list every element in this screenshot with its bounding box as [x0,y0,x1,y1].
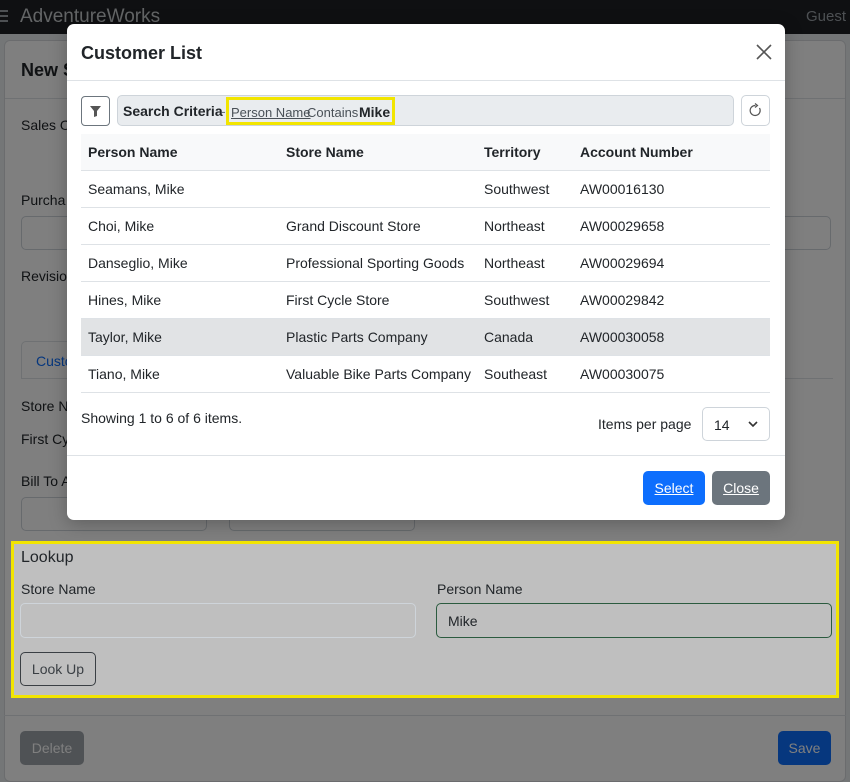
cell-territory: Northeast [477,207,573,245]
person-name-input[interactable] [436,603,832,638]
cell-account: AW00029694 [573,244,770,282]
cell-store: First Cycle Store [279,281,477,319]
cell-person: Tiano, Mike [81,355,279,393]
table-header-row: Person Name Store Name Territory Account… [81,134,770,171]
table-row[interactable]: Choi, Mike Grand Discount Store Northeas… [81,207,770,245]
cell-territory: Southwest [477,281,573,319]
items-per-page-label: Items per page [598,416,692,432]
modal-footer-divider [67,455,785,456]
cell-person: Choi, Mike [81,207,279,245]
table-row[interactable]: Seamans, Mike Southwest AW00016130 [81,170,770,208]
cell-store: Plastic Parts Company [279,318,477,356]
cell-store [279,170,477,208]
filter-button[interactable] [81,96,110,126]
refresh-button[interactable] [741,95,770,126]
cell-store: Grand Discount Store [279,207,477,245]
cell-account: AW00016130 [573,170,770,208]
criteria-filter-chip[interactable]: Person Name Contains Mike [226,97,395,125]
column-header-account[interactable]: Account Number [573,134,770,171]
cell-account: AW00029842 [573,281,770,319]
refresh-icon [749,103,761,117]
cell-person: Hines, Mike [81,281,279,319]
table-row[interactable]: Tiano, Mike Valuable Bike Parts Company … [81,355,770,393]
close-button[interactable]: Close [712,471,770,505]
cell-store: Professional Sporting Goods [279,244,477,282]
close-icon[interactable] [756,44,772,60]
store-name-input[interactable] [20,603,416,638]
column-header-person[interactable]: Person Name [81,134,279,171]
cell-territory: Southeast [477,355,573,393]
modal-title: Customer List [81,43,203,63]
lookup-store-label: Store Name [21,581,96,597]
pagination-summary: Showing 1 to 6 of 6 items. [81,410,243,426]
table-row[interactable]: Hines, Mike First Cycle Store Southwest … [81,281,770,319]
cell-person: Taylor, Mike [81,318,279,356]
cell-person: Seamans, Mike [81,170,279,208]
cell-account: AW00030058 [573,318,770,356]
cell-account: AW00030075 [573,355,770,393]
table-row[interactable]: Danseglio, Mike Professional Sporting Go… [81,244,770,282]
customer-list-modal: Customer List Search Criteria - Person N… [67,24,785,520]
filter-icon [90,106,101,117]
cell-person: Danseglio, Mike [81,244,279,282]
search-criteria: Search Criteria - Person Name Contains M… [117,95,734,126]
items-per-page-select[interactable]: 14 [702,407,770,441]
cell-store: Valuable Bike Parts Company [279,355,477,393]
customer-table: Person Name Store Name Territory Account… [81,134,770,393]
modal-header-divider [67,80,785,81]
cell-account: AW00029658 [573,207,770,245]
column-header-territory[interactable]: Territory [477,134,573,171]
items-per-page-value: 14 [714,417,730,433]
cell-territory: Southwest [477,170,573,208]
cell-territory: Canada [477,318,573,356]
table-row-selected[interactable]: Taylor, Mike Plastic Parts Company Canad… [81,318,770,356]
lookup-title: Lookup [21,549,74,566]
lookup-panel: Lookup Store Name Person Name Look Up [11,541,839,698]
look-up-button[interactable]: Look Up [20,652,96,686]
criteria-field[interactable]: Person Name [231,105,310,120]
criteria-value: Mike [359,104,391,120]
lookup-person-label: Person Name [437,581,523,597]
criteria-operator: Contains [307,105,359,120]
chevron-down-icon [748,421,758,428]
criteria-separator: - [221,103,226,119]
select-button[interactable]: Select [643,471,705,505]
cell-territory: Northeast [477,244,573,282]
column-header-store[interactable]: Store Name [279,134,477,171]
search-criteria-label: Search Criteria [123,103,223,119]
